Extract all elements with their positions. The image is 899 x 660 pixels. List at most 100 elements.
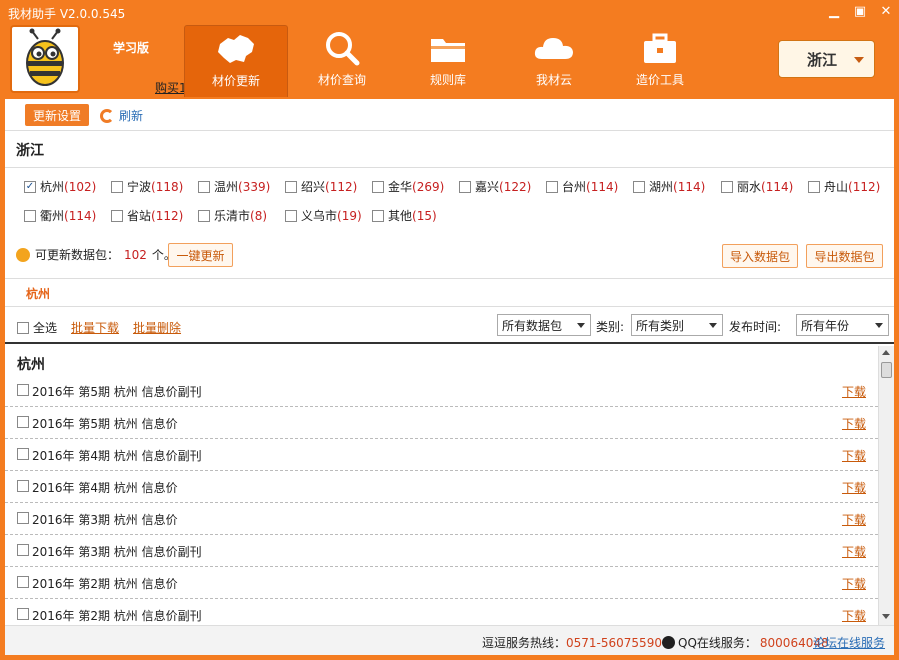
cloud-icon — [534, 38, 573, 59]
checkbox[interactable] — [372, 180, 384, 193]
download-link[interactable]: 下载 — [842, 479, 866, 496]
scroll-up-icon[interactable] — [882, 350, 890, 355]
chevron-down-icon — [875, 323, 883, 328]
download-link[interactable]: 下载 — [842, 543, 866, 560]
city-tab-bar: 杭州 — [5, 278, 894, 307]
city-checkbox[interactable]: 省站 (112) — [111, 207, 183, 224]
minimize-icon[interactable]: ▁ — [827, 3, 841, 19]
checkbox[interactable] — [17, 544, 29, 556]
checkbox[interactable] — [17, 512, 29, 524]
checkbox[interactable] — [17, 384, 29, 396]
list-item: 2016年 第3期 杭州 信息价 下载 — [5, 503, 878, 535]
checkbox[interactable] — [111, 209, 123, 222]
checkbox[interactable] — [546, 180, 558, 193]
checkbox[interactable] — [111, 180, 123, 193]
download-link[interactable]: 下载 — [842, 415, 866, 432]
buy-link[interactable]: 购买1 — [155, 79, 187, 96]
province-title: 浙江 — [16, 143, 44, 159]
maximize-icon[interactable]: ▣ — [853, 3, 867, 19]
city-checkbox[interactable]: 温州 (339) — [198, 178, 270, 195]
checkbox[interactable] — [198, 209, 210, 222]
checkbox[interactable] — [459, 180, 471, 193]
download-link[interactable]: 下载 — [842, 575, 866, 592]
download-link[interactable]: 下载 — [842, 383, 866, 400]
checkbox[interactable] — [24, 180, 36, 193]
update-settings-button[interactable]: 更新设置 — [25, 104, 89, 126]
category-select[interactable]: 所有类别 — [631, 314, 723, 336]
city-checkbox[interactable]: 金华 (269) — [372, 178, 444, 195]
city-checkbox[interactable]: 嘉兴 (122) — [459, 178, 531, 195]
package-name: 2016年 第3期 杭州 信息价 — [32, 513, 178, 527]
close-icon[interactable]: ✕ — [879, 3, 893, 19]
nav-material-price-query[interactable]: 材价查询 — [290, 25, 394, 95]
package-name: 2016年 第4期 杭州 信息价副刊 — [32, 449, 202, 463]
year-select[interactable]: 所有年份 — [796, 314, 889, 336]
hotline-label: 逗逗服务热线： — [482, 636, 567, 650]
city-checkbox[interactable]: 丽水 (114) — [721, 178, 793, 195]
forum-service-link[interactable]: 论坛在线服务 — [813, 634, 885, 651]
city-count: (112) — [848, 179, 881, 194]
scroll-down-icon[interactable] — [882, 614, 890, 619]
checkbox[interactable] — [24, 209, 36, 222]
nav-label: 材价查询 — [317, 73, 366, 87]
region-value: 浙江 — [807, 50, 838, 69]
download-link[interactable]: 下载 — [842, 607, 866, 624]
divider — [5, 167, 894, 168]
package-select[interactable]: 所有数据包 — [497, 314, 591, 336]
package-name: 2016年 第5期 杭州 信息价 — [32, 417, 178, 431]
tab-city[interactable]: 杭州 — [26, 285, 50, 302]
checkbox[interactable] — [198, 180, 210, 193]
city-count: (102) — [64, 179, 97, 194]
checkbox[interactable] — [285, 209, 297, 222]
import-package-button[interactable]: 导入数据包 — [722, 244, 798, 268]
checkbox[interactable] — [17, 416, 29, 428]
checkbox[interactable] — [17, 576, 29, 588]
city-name: 温州 — [214, 180, 239, 194]
package-name: 2016年 第5期 杭州 信息价副刊 — [32, 385, 202, 399]
nav-cost-tools[interactable]: 造价工具 — [608, 25, 712, 95]
checkbox[interactable] — [17, 448, 29, 460]
download-link[interactable]: 下载 — [842, 511, 866, 528]
export-package-button[interactable]: 导出数据包 — [806, 244, 883, 268]
city-checkbox[interactable]: 其他 (15) — [372, 207, 437, 224]
nav-my-cloud[interactable]: 我材云 — [502, 25, 606, 95]
checkbox[interactable] — [633, 180, 645, 193]
list-item: 2016年 第5期 杭州 信息价副刊 下载 — [5, 375, 878, 407]
download-link[interactable]: 下载 — [842, 447, 866, 464]
nav-material-price-update[interactable]: 材价更新 — [184, 25, 288, 97]
batch-delete-link[interactable]: 批量删除 — [133, 319, 181, 336]
region-select[interactable]: 浙江 — [778, 40, 875, 78]
city-name: 台州 — [562, 180, 587, 194]
city-checkbox[interactable]: 宁波 (118) — [111, 178, 183, 195]
city-checkbox[interactable]: 义乌市 (19) — [285, 207, 362, 224]
checkbox[interactable] — [285, 180, 297, 193]
city-count: (114) — [586, 179, 619, 194]
batch-download-link[interactable]: 批量下载 — [71, 319, 119, 336]
refresh-label: 刷新 — [119, 109, 144, 123]
refresh-button[interactable]: 刷新 — [100, 107, 143, 124]
checkbox[interactable] — [17, 608, 29, 620]
checkbox[interactable] — [17, 321, 29, 334]
city-checkbox[interactable]: 杭州(102) — [24, 178, 96, 195]
nav-label: 规则库 — [429, 73, 466, 87]
nav-rules-library[interactable]: 规则库 — [396, 25, 500, 95]
checkbox[interactable] — [17, 480, 29, 492]
qq-service[interactable]: QQ在线服务： 800064048 — [662, 634, 829, 651]
city-checkbox[interactable]: 舟山 (112) — [808, 178, 880, 195]
checkbox[interactable] — [372, 209, 384, 222]
city-checkbox[interactable]: 乐清市 (8) — [198, 207, 267, 224]
chevron-down-icon — [577, 323, 585, 328]
city-checkbox[interactable]: 绍兴 (112) — [285, 178, 357, 195]
scroll-thumb[interactable] — [881, 362, 892, 378]
list-city-heading: 杭州 — [17, 357, 45, 373]
one-key-update-button[interactable]: 一键更新 — [168, 243, 233, 267]
select-all-checkbox[interactable]: 全选 — [17, 319, 57, 336]
checkbox[interactable] — [808, 180, 820, 193]
city-count: (339) — [238, 179, 271, 194]
window-controls: ▁ ▣ ✕ — [827, 3, 893, 19]
list-scrollbar[interactable] — [878, 346, 894, 625]
city-checkbox[interactable]: 台州 (114) — [546, 178, 618, 195]
city-checkbox[interactable]: 湖州 (114) — [633, 178, 705, 195]
checkbox[interactable] — [721, 180, 733, 193]
city-checkbox[interactable]: 衢州 (114) — [24, 207, 96, 224]
